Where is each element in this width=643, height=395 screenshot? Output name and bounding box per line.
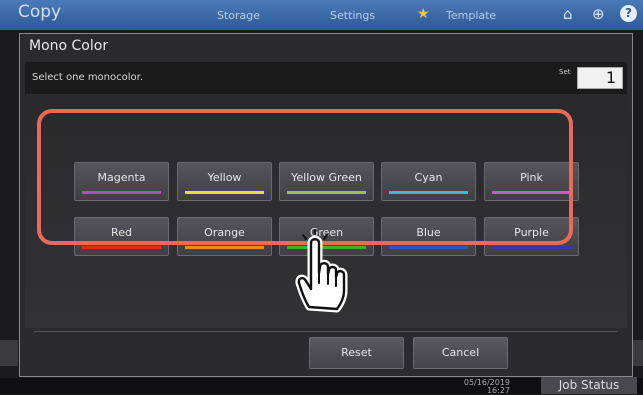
tab-settings[interactable]: Settings <box>330 9 375 22</box>
instruction-bar: Select one monocolor. Set 1 <box>25 62 627 94</box>
instruction-text: Select one monocolor. <box>32 72 144 83</box>
color-stripe <box>492 246 571 249</box>
dialog-title: Mono Color <box>29 38 109 54</box>
star-icon[interactable]: ★ <box>417 6 430 22</box>
hand-cursor-icon <box>295 229 348 313</box>
set-count-field[interactable]: 1 <box>577 67 623 89</box>
right-edge-panel <box>633 340 643 366</box>
job-status-button[interactable]: Job Status <box>541 377 637 394</box>
app-header: Copy Storage Settings ★ Template ⌂ ⊕ ? <box>0 0 643 30</box>
home-icon[interactable]: ⌂ <box>563 5 573 23</box>
color-stripe <box>185 246 264 249</box>
app-title: Copy <box>18 2 62 22</box>
cancel-button[interactable]: Cancel <box>413 337 508 369</box>
date-time: 05/16/2019 16:27 <box>440 379 510 395</box>
selection-highlight <box>37 109 573 245</box>
color-stripe <box>389 246 468 249</box>
tab-storage[interactable]: Storage <box>217 9 260 22</box>
help-icon[interactable]: ? <box>620 5 637 22</box>
color-stripe <box>82 246 161 249</box>
set-label: Set <box>559 68 571 76</box>
reset-button[interactable]: Reset <box>309 337 404 369</box>
globe-icon[interactable]: ⊕ <box>592 5 605 23</box>
divider <box>34 331 618 332</box>
left-edge-panel <box>0 340 18 366</box>
tab-template[interactable]: Template <box>446 9 496 22</box>
